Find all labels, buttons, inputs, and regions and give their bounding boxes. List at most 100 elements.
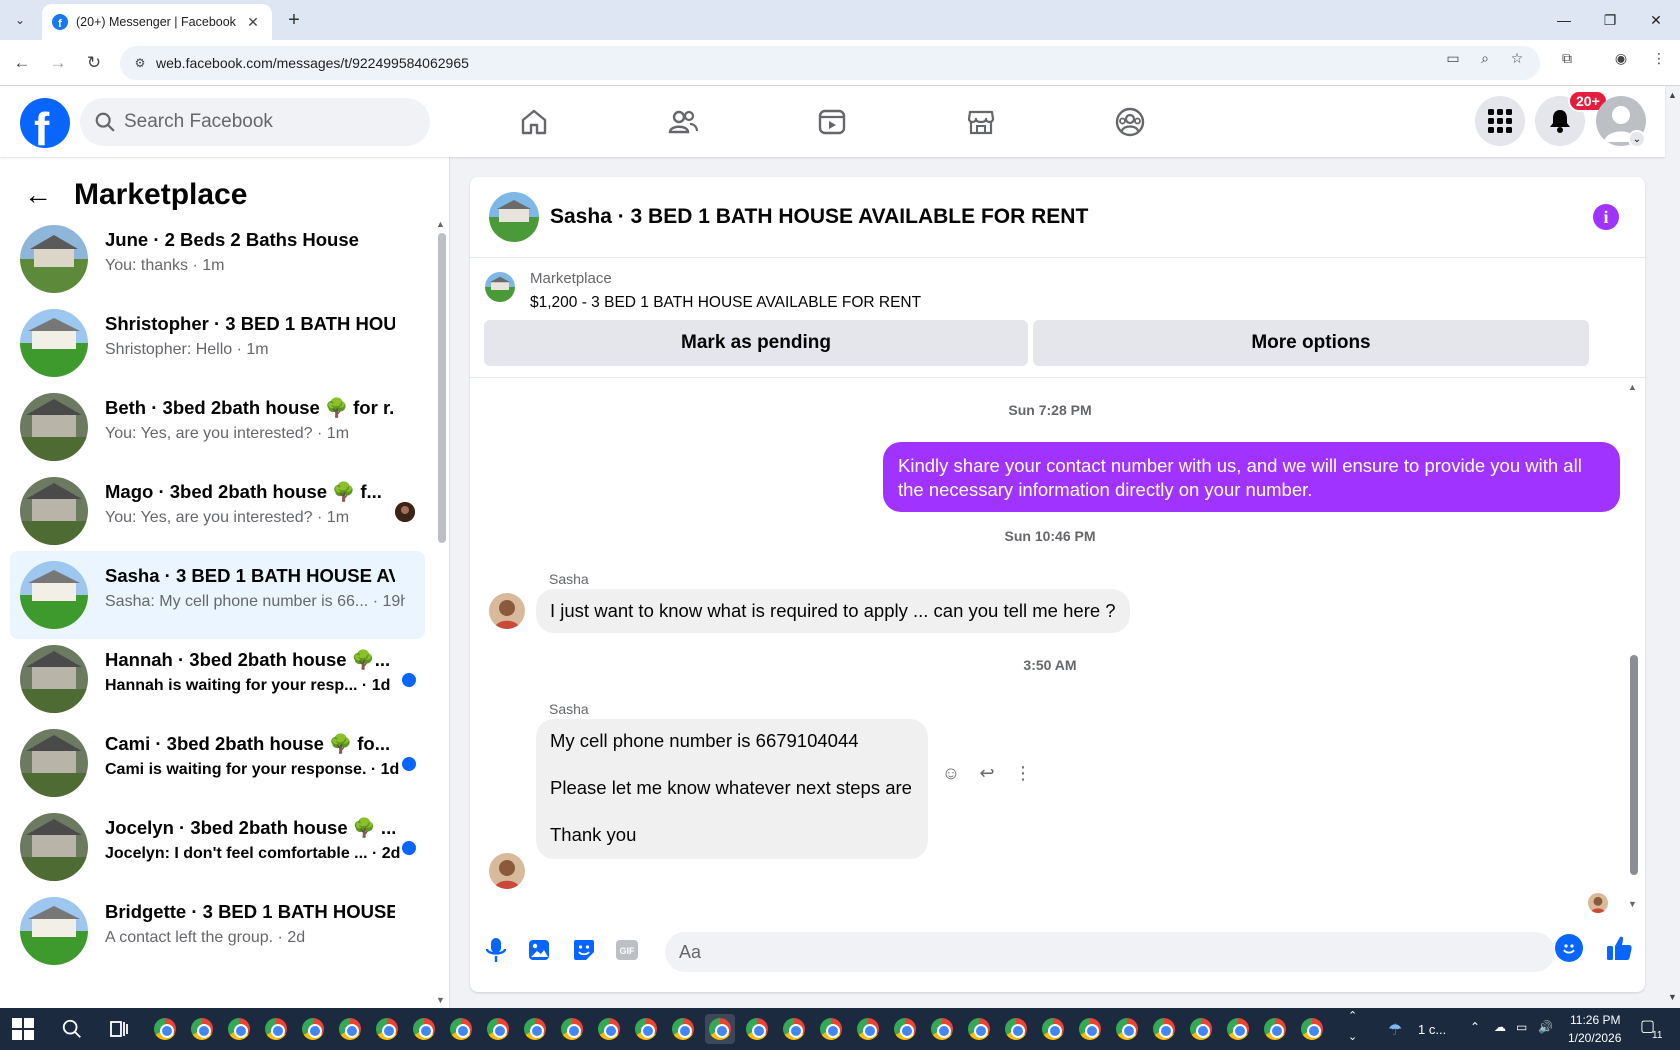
taskbar-app-icon[interactable] (779, 1014, 809, 1044)
conversation-row[interactable]: Jocelyn · 3bed 2bath house 🌳 ... Jocelyn:… (10, 803, 425, 891)
taskbar-app-icon[interactable] (853, 1014, 883, 1044)
taskbar-app-icon[interactable] (409, 1014, 439, 1044)
message-input-box[interactable] (665, 932, 1555, 972)
chat-scroll-down-icon[interactable]: ▼ (1628, 899, 1637, 909)
extensions-puzzle-icon[interactable]: ⧉ (1558, 49, 1576, 67)
onedrive-icon[interactable]: ☁ (1494, 1020, 1506, 1034)
clock-date[interactable]: 1/20/2026 (1568, 1031, 1621, 1045)
taskbar-app-icon[interactable] (1038, 1014, 1068, 1044)
windows-start-icon[interactable] (12, 1018, 34, 1040)
tab-list-chevron-icon[interactable]: ⌄ (8, 8, 32, 32)
taskbar-app-icon[interactable] (890, 1014, 920, 1044)
bookmark-star-icon[interactable]: ☆ (1508, 49, 1526, 67)
outgoing-message[interactable]: Kindly share your contact number with us… (883, 442, 1620, 512)
taskbar-search-icon[interactable] (57, 1014, 87, 1044)
taskbar-app-icon[interactable] (557, 1014, 587, 1044)
clock-time[interactable]: 11:26 PM (1570, 1013, 1620, 1027)
taskbar-app-icon[interactable] (446, 1014, 476, 1044)
sidebar-scroll-up-icon[interactable]: ▲ (436, 219, 445, 229)
taskbar-app-icon[interactable] (668, 1014, 698, 1044)
conversation-row[interactable]: Hannah · 3bed 2bath house 🌳... Hannah is … (10, 635, 425, 723)
taskbar-app-icon[interactable] (261, 1014, 291, 1044)
conversation-row[interactable]: Bridgette · 3 BED 1 BATH HOUSE... A conta… (10, 887, 425, 975)
taskbar-app-icon[interactable] (1075, 1014, 1105, 1044)
gif-icon[interactable]: GIF (613, 936, 641, 964)
emoji-icon[interactable] (1555, 934, 1583, 962)
back-arrow-icon[interactable]: ← (20, 179, 56, 211)
taskbar-app-icon[interactable] (1001, 1014, 1031, 1044)
sidebar-scroll-down-icon[interactable]: ▼ (436, 995, 445, 1005)
install-app-icon[interactable]: ▭ (1444, 49, 1462, 67)
close-window-icon[interactable]: ✕ (1636, 6, 1676, 34)
conversation-row[interactable]: Sasha · 3 BED 1 BATH HOUSE AV... Sasha: M… (10, 551, 425, 639)
taskbar-app-icon[interactable] (224, 1014, 254, 1044)
listing-description[interactable]: $1,200 - 3 BED 1 BATH HOUSE AVAILABLE FO… (530, 294, 921, 312)
tab-close-icon[interactable]: ✕ (244, 14, 262, 31)
nav-marketplace[interactable] (926, 86, 1036, 157)
new-tab-plus-icon[interactable]: + (282, 8, 306, 32)
listing-thumbnail[interactable] (485, 272, 515, 302)
nav-home[interactable] (479, 86, 589, 157)
taskbar-app-icon[interactable] (705, 1014, 735, 1044)
more-options-button[interactable]: More options (1033, 320, 1589, 366)
conversation-info-icon[interactable]: i (1593, 204, 1619, 230)
mark-as-pending-button[interactable]: Mark as pending (484, 320, 1028, 366)
menu-grid-button[interactable] (1475, 96, 1525, 146)
nav-friends[interactable] (628, 86, 738, 157)
conversation-row[interactable]: Shristopher · 3 BED 1 BATH HOU... Shristo… (10, 299, 425, 387)
account-chevron-down-icon[interactable]: ⌄ (1628, 130, 1646, 148)
chat-scroll-up-icon[interactable]: ▲ (1628, 382, 1637, 392)
more-vertical-icon[interactable]: ⋮ (1011, 761, 1035, 785)
taskbar-app-icon[interactable] (1186, 1014, 1216, 1044)
search-input[interactable] (124, 111, 404, 133)
taskbar-app-icon[interactable] (1297, 1014, 1327, 1044)
taskbar-app-icon[interactable] (372, 1014, 402, 1044)
nav-groups[interactable] (1075, 86, 1185, 157)
taskbar-app-icon[interactable] (1260, 1014, 1290, 1044)
reload-icon[interactable]: ↻ (82, 51, 106, 75)
photo-attach-icon[interactable] (525, 936, 553, 964)
taskbar-overflow-down-icon[interactable]: ⌄ (1348, 1030, 1357, 1043)
chat-scrollbar[interactable] (1630, 655, 1638, 875)
taskbar-app-icon[interactable] (298, 1014, 328, 1044)
taskbar-app-icon[interactable] (964, 1014, 994, 1044)
weather-umbrella-icon[interactable]: ☂ (1388, 1020, 1402, 1040)
taskbar-app-icon[interactable] (816, 1014, 846, 1044)
back-arrow-icon[interactable]: ← (10, 51, 34, 75)
taskbar-app-icon[interactable] (520, 1014, 550, 1044)
like-thumbs-up-icon[interactable] (1603, 932, 1635, 964)
tray-chevron-up-icon[interactable]: ⌃ (1470, 1020, 1480, 1034)
task-view-icon[interactable] (104, 1014, 134, 1044)
page-scroll-down-icon[interactable]: ▼ (1668, 992, 1677, 1002)
taskbar-app-icon[interactable] (1112, 1014, 1142, 1044)
sender-avatar[interactable] (489, 593, 525, 629)
network-icon[interactable]: ▭ (1516, 1020, 1527, 1034)
volume-icon[interactable]: 🔊 (1538, 1020, 1553, 1034)
browser-tab-messenger[interactable]: f (20+) Messenger | Facebook ✕ (42, 4, 272, 40)
taskbar-app-icon[interactable] (150, 1014, 180, 1044)
address-bar[interactable]: ⚙ web.facebook.com/messages/t/9224995840… (120, 46, 1540, 80)
facebook-search[interactable] (80, 98, 430, 146)
sender-avatar[interactable] (489, 853, 525, 889)
taskbar-app-icon[interactable] (187, 1014, 217, 1044)
taskbar-app-icon[interactable] (631, 1014, 661, 1044)
facebook-logo-icon[interactable]: f (20, 98, 70, 148)
restore-window-icon[interactable]: ❐ (1590, 6, 1630, 34)
forward-arrow-icon[interactable]: → (46, 51, 70, 75)
taskbar-overflow-up-icon[interactable]: ⌃ (1348, 1009, 1357, 1022)
conversation-row[interactable]: Mago · 3bed 2bath house 🌳 f... You: Yes, … (10, 467, 425, 555)
sidebar-scrollbar[interactable] (438, 233, 446, 543)
zoom-icon[interactable]: ⌕ (1476, 49, 1494, 67)
chrome-menu-icon[interactable]: ⋮ (1650, 49, 1668, 67)
minimize-window-icon[interactable]: — (1544, 6, 1584, 34)
chat-listing-avatar[interactable] (489, 192, 539, 242)
message-input[interactable] (679, 941, 1479, 963)
conversation-row[interactable]: Beth · 3bed 2bath house 🌳 for r... You: Y… (10, 383, 425, 471)
microphone-icon[interactable] (482, 936, 510, 964)
conversation-row[interactable]: June · 2 Beds 2 Baths House You: thanks ·… (10, 215, 425, 303)
site-info-icon[interactable]: ⚙ (132, 55, 148, 71)
chat-title[interactable]: Sasha · 3 BED 1 BATH HOUSE AVAILABLE FOR… (550, 205, 1088, 229)
taskbar-app-icon[interactable] (594, 1014, 624, 1044)
incoming-message[interactable]: My cell phone number is 6679104044 Pleas… (536, 719, 928, 859)
taskbar-app-icon[interactable] (483, 1014, 513, 1044)
